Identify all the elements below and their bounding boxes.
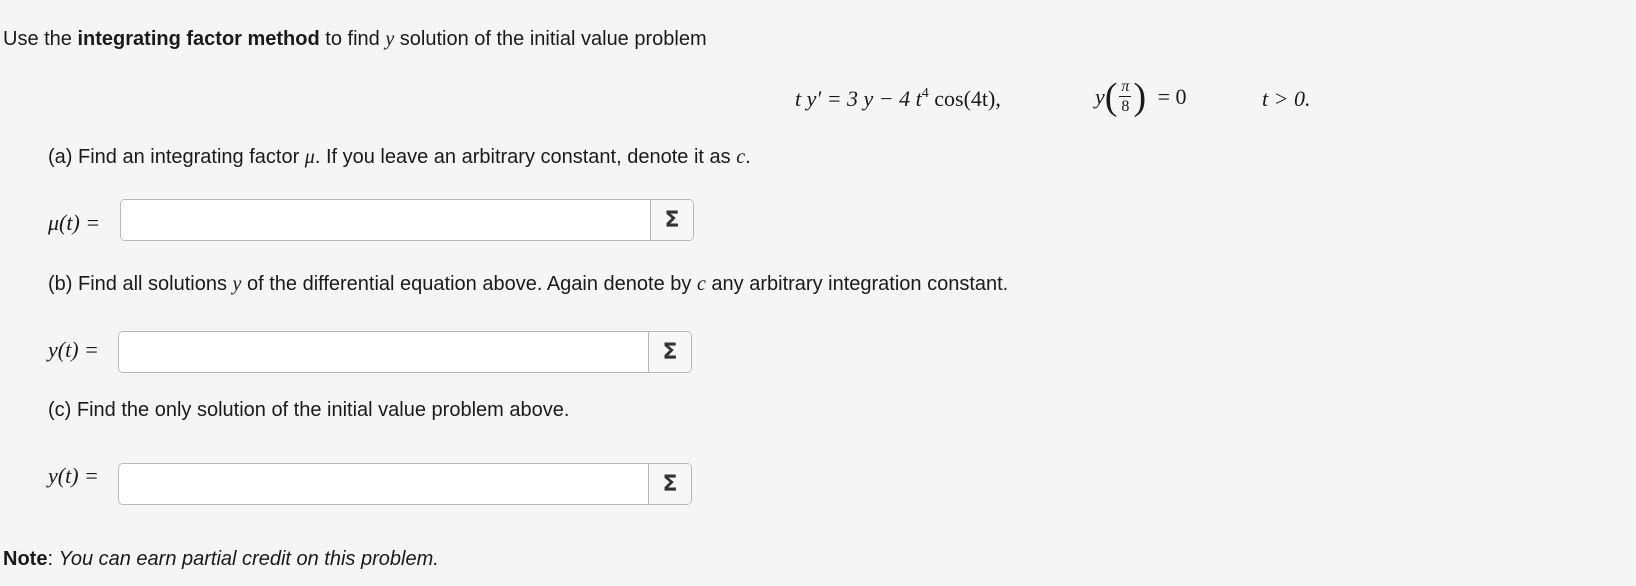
qa-prefix: (a) Find an integrating factor [48, 146, 305, 168]
equation-exponent: 4 [921, 86, 929, 101]
equation-editor-button-c[interactable]: Σ [648, 464, 691, 504]
domain-condition: t > 0. [1262, 86, 1311, 111]
question-b: (b) Find all solutions y of the differen… [48, 273, 1008, 296]
mu-label: μ(t) = [48, 210, 101, 235]
mu-answer-field: Σ [120, 199, 694, 241]
question-a: (a) Find an integrating factor μ. If you… [48, 146, 751, 169]
mu-answer-input[interactable] [121, 200, 650, 240]
qa-var: μ [304, 146, 315, 168]
qb-mid: of the differential equation above. Agai… [241, 273, 697, 295]
equation-editor-button-a[interactable]: Σ [650, 200, 693, 240]
ic-function: y [1095, 84, 1105, 109]
ic-left-paren: ( [1104, 76, 1118, 118]
intro-method: integrating factor method [77, 28, 320, 50]
question-c: (c) Find the only solution of the initia… [48, 399, 570, 421]
intro-var: y [385, 28, 395, 50]
intro-mid: to find [319, 28, 386, 50]
qa-mid: . If you leave an arbitrary constant, de… [314, 146, 737, 168]
qa-end: . [745, 146, 751, 168]
partial-credit-note: Note: You can earn partial credit on thi… [3, 548, 439, 571]
ic-denominator: 8 [1121, 98, 1130, 115]
differential-equation: t y′ = 3 y − 4 t4 cos(4t), [795, 86, 1001, 112]
intro-suffix: solution of the initial value problem [394, 28, 707, 50]
ic-value: = 0 [1157, 84, 1187, 109]
ic-right-paren: ) [1133, 76, 1147, 118]
y-general-label: y(t) = [48, 337, 99, 362]
qb-prefix: (b) Find all solutions [48, 273, 233, 295]
initial-condition: y(π 8) = 0 [1095, 78, 1187, 124]
intro-prefix: Use the [3, 28, 78, 50]
ic-numerator: π [1119, 78, 1132, 97]
qb-const: c [696, 273, 706, 295]
ic-fraction: π8 [1119, 78, 1132, 115]
equation-rhs: cos(4t), [928, 86, 1001, 111]
qb-end: any arbitrary integration constant. [705, 273, 1009, 295]
y-particular-label: y(t) = [48, 463, 99, 488]
qa-const: c [736, 146, 746, 168]
equation-lhs: t y′ = 3 y − 4 t [795, 86, 922, 111]
y-general-answer-field: Σ [118, 331, 692, 373]
y-particular-answer-input[interactable] [119, 464, 648, 504]
note-text: You can earn partial credit on this prob… [58, 548, 439, 570]
note-colon: : [47, 548, 59, 570]
problem-intro: Use the integrating factor method to fin… [3, 28, 707, 51]
y-general-answer-input[interactable] [119, 332, 648, 372]
y-particular-answer-field: Σ [118, 463, 692, 505]
note-label: Note [3, 548, 48, 570]
equation-editor-button-b[interactable]: Σ [648, 332, 691, 372]
